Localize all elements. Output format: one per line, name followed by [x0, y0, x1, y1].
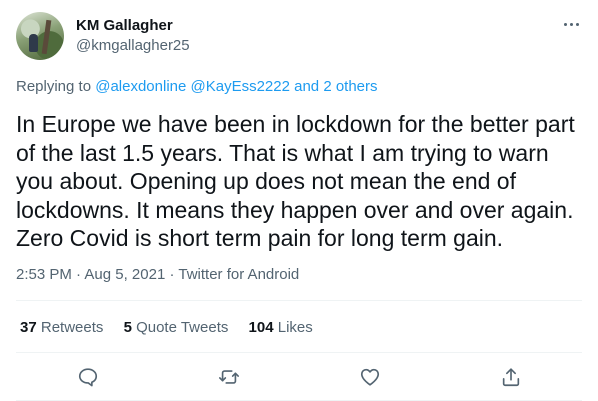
divider	[16, 300, 582, 301]
quote-tweets-stat[interactable]: 5 Quote Tweets	[124, 319, 233, 336]
replying-to-label: Replying to	[16, 78, 92, 95]
divider	[16, 352, 582, 353]
retweet-icon[interactable]	[218, 366, 240, 388]
tweet-stats: 37 Retweets 5 Quote Tweets 104 Likes	[20, 319, 329, 336]
tweet-line: you about. Opening up does not mean the …	[16, 168, 516, 194]
tweet-line: Zero Covid is short term pain for long t…	[16, 225, 504, 251]
more-options-icon[interactable]	[562, 16, 582, 32]
share-icon[interactable]	[500, 366, 522, 388]
author-name[interactable]: KM Gallagher	[76, 17, 173, 34]
tweet-line: In Europe we have been in lockdown for t…	[16, 111, 575, 137]
comment-icon[interactable]	[77, 366, 99, 388]
avatar[interactable]	[16, 12, 64, 60]
quote-tweets-count: 5	[123, 319, 132, 336]
tweet-text: In Europe we have been in lockdown for t…	[16, 110, 586, 253]
tweet-time[interactable]: 2:53 PM	[16, 266, 72, 283]
avatar-person	[29, 34, 38, 52]
likes-count: 104	[248, 319, 274, 336]
replying-to: Replying to @alexdonline @KayEss2222 and…	[16, 78, 378, 95]
meta-separator: ·	[76, 266, 82, 283]
retweets-count: 37	[20, 319, 37, 336]
like-icon[interactable]	[359, 366, 381, 388]
likes-stat[interactable]: 104 Likes	[249, 319, 313, 336]
tweet-actions	[0, 366, 598, 390]
tweet-date[interactable]: Aug 5, 2021	[84, 266, 165, 283]
tweet-source[interactable]: Twitter for Android	[178, 266, 299, 283]
quote-tweets-label: Quote Tweets	[136, 319, 229, 336]
reply-mentions-link[interactable]: @alexdonline @KayEss2222 and 2 others	[95, 78, 377, 95]
avatar-tree	[41, 19, 52, 55]
tweet-line: lockdowns. It means they happen over and…	[16, 196, 574, 223]
author-handle[interactable]: @kmgallagher25	[76, 37, 190, 54]
tweet-meta: 2:53 PM · Aug 5, 2021 · Twitter for Andr…	[16, 266, 299, 283]
meta-separator: ·	[169, 266, 175, 283]
likes-label: Likes	[277, 319, 313, 336]
retweets-stat[interactable]: 37 Retweets	[20, 319, 108, 336]
retweets-label: Retweets	[40, 319, 104, 336]
tweet-line: of the last 1.5 years. That is what I am…	[16, 139, 549, 166]
